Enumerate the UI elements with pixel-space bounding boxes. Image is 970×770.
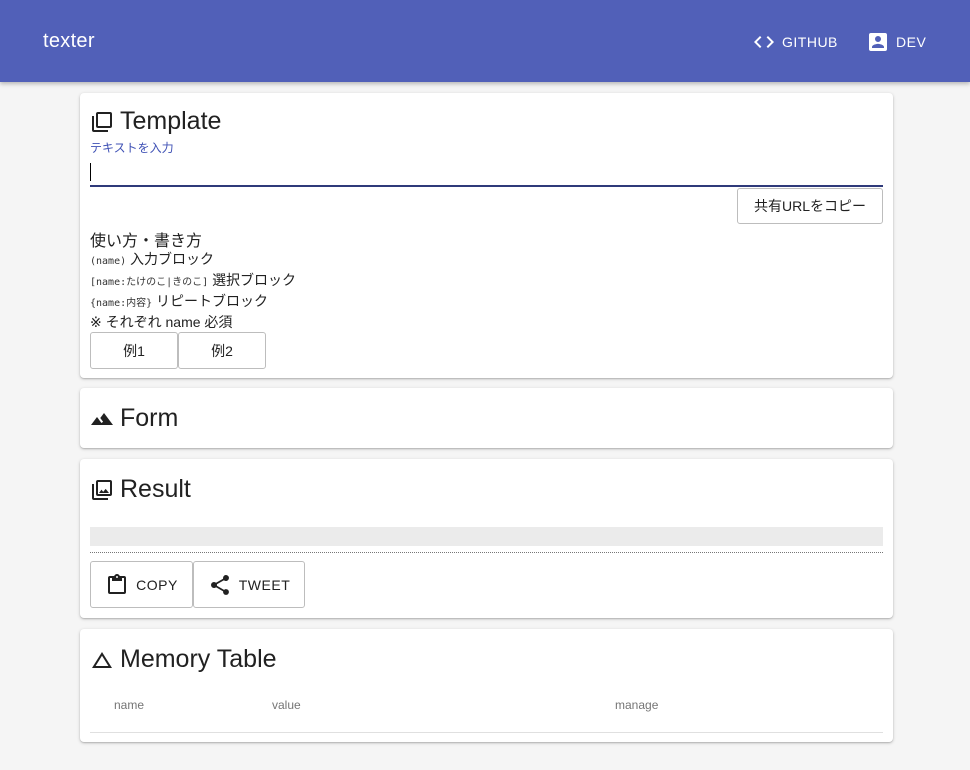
share-icon <box>210 574 229 595</box>
template-input-label: テキストを入力 <box>90 141 174 155</box>
copy-label: COPY <box>136 576 178 593</box>
template-card: Template テキストを入力 共有URLをコピー 使い方・書き方 (name… <box>80 93 893 378</box>
account-box-icon <box>869 33 887 51</box>
copy-share-url-button[interactable]: 共有URLをコピー <box>737 188 883 224</box>
form-card: Form <box>80 388 893 448</box>
result-title: Result <box>90 475 191 504</box>
code-icon <box>754 36 774 48</box>
rule-code: [name:たけのこ|きのこ] <box>90 277 209 288</box>
library-icon <box>92 111 112 132</box>
example-2-button[interactable]: 例2 <box>178 332 266 369</box>
template-input[interactable] <box>90 159 883 187</box>
dev-label: DEV <box>896 34 927 50</box>
result-divider <box>90 552 883 553</box>
github-label: GITHUB <box>782 34 838 50</box>
rule-code: {name:内容} <box>90 298 153 309</box>
rule-note: ※ それぞれ name 必須 <box>90 314 233 330</box>
rule-select-block: [name:たけのこ|きのこ] 選択ブロック <box>90 270 296 290</box>
example-1-button[interactable]: 例1 <box>90 332 178 369</box>
column-header-value[interactable]: value <box>272 698 301 712</box>
memory-title: Memory Table <box>90 645 277 674</box>
memory-title-text: Memory Table <box>120 645 277 673</box>
github-link[interactable]: GITHUB <box>752 28 838 56</box>
rule-text: リピートブロック <box>156 293 269 309</box>
photo-library-icon <box>92 479 112 500</box>
template-title: Template <box>90 107 221 136</box>
tweet-label: TWEET <box>238 576 291 593</box>
table-divider <box>90 732 883 733</box>
column-header-name[interactable]: name <box>114 698 144 712</box>
howto-title: 使い方・書き方 <box>90 233 203 250</box>
form-title-text: Form <box>120 404 179 432</box>
form-title: Form <box>90 404 178 433</box>
text-caret <box>90 163 91 181</box>
clipboard-icon <box>108 573 127 594</box>
template-title-text: Template <box>120 107 222 135</box>
app-title: texter <box>43 30 95 52</box>
result-output <box>90 527 883 546</box>
rule-code: (name) <box>90 256 127 267</box>
copy-button[interactable]: COPY <box>90 561 193 608</box>
rule-text: 入力ブロック <box>130 251 215 267</box>
landscape-icon <box>91 412 113 425</box>
dev-link[interactable]: DEV <box>866 28 926 56</box>
result-card: Result COPY TWEET <box>80 459 893 618</box>
rule-input-block: (name) 入力ブロック <box>90 249 214 269</box>
memory-table-card: Memory Table name value manage <box>80 629 893 742</box>
result-title-text: Result <box>120 475 191 503</box>
triangle-icon <box>92 651 112 668</box>
tweet-button[interactable]: TWEET <box>193 561 305 608</box>
rule-text: 選択ブロック <box>212 272 297 288</box>
app-bar: texter GITHUB DEV <box>0 0 970 82</box>
column-header-manage[interactable]: manage <box>615 698 658 712</box>
rule-repeat-block: {name:内容} リピートブロック <box>90 291 268 311</box>
